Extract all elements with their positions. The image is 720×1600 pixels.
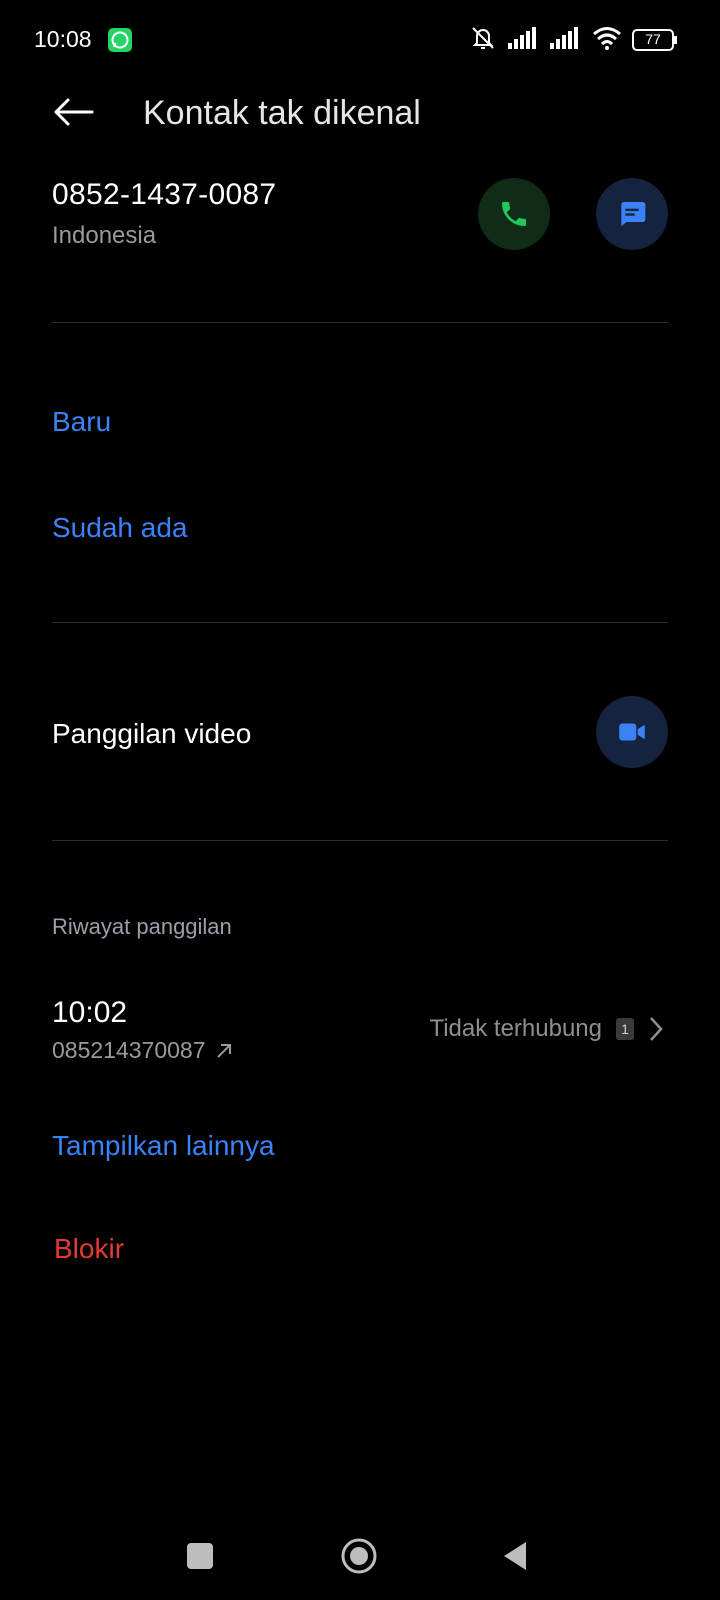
back-triangle-icon[interactable] [500,1538,530,1579]
message-icon [621,202,646,226]
divider [52,622,668,623]
call-number-row: 085214370087 [52,1037,234,1064]
contact-number: 0852-1437-0087 [52,178,277,211]
call-history-title: Riwayat panggilan [52,914,232,939]
block-button[interactable]: Blokir [54,1233,124,1265]
mute-icon [468,23,498,58]
outgoing-arrow-icon [216,1043,231,1058]
arrow-left-icon [54,98,94,126]
page-title: Kontak tak dikenal [143,94,421,132]
chevron-right-icon[interactable] [648,1015,664,1043]
back-button[interactable] [48,92,98,132]
signal-icon [508,26,540,54]
video-call-label: Panggilan video [52,718,252,749]
navigation-bar [0,1520,720,1600]
existing-contact-button[interactable]: Sudah ada [52,512,187,544]
status-time: 10:08 [34,26,92,52]
battery-level: 77 [645,31,661,47]
divider [52,322,668,323]
recents-square-icon[interactable] [187,1543,213,1569]
show-more-button[interactable]: Tampilkan lainnya [52,1130,275,1162]
battery-icon: 77 [632,29,678,51]
signal-icon [550,26,582,54]
call-button[interactable] [478,178,550,250]
video-camera-icon [619,723,645,741]
video-call-button[interactable] [596,696,668,768]
whatsapp-icon [108,28,132,52]
divider [52,840,668,841]
wifi-icon [592,26,622,55]
phone-icon [502,202,526,226]
call-time: 10:02 [52,996,128,1029]
home-circle-icon[interactable] [340,1537,378,1580]
sim-badge: 1 [616,1018,634,1040]
call-number: 085214370087 [52,1037,206,1063]
message-button[interactable] [596,178,668,250]
call-status-row: Tidak terhubung 1 [429,1015,664,1043]
contact-country: Indonesia [52,222,157,249]
status-icons: 77 [468,24,678,56]
new-contact-button[interactable]: Baru [52,406,111,438]
call-status: Tidak terhubung [429,1015,602,1042]
